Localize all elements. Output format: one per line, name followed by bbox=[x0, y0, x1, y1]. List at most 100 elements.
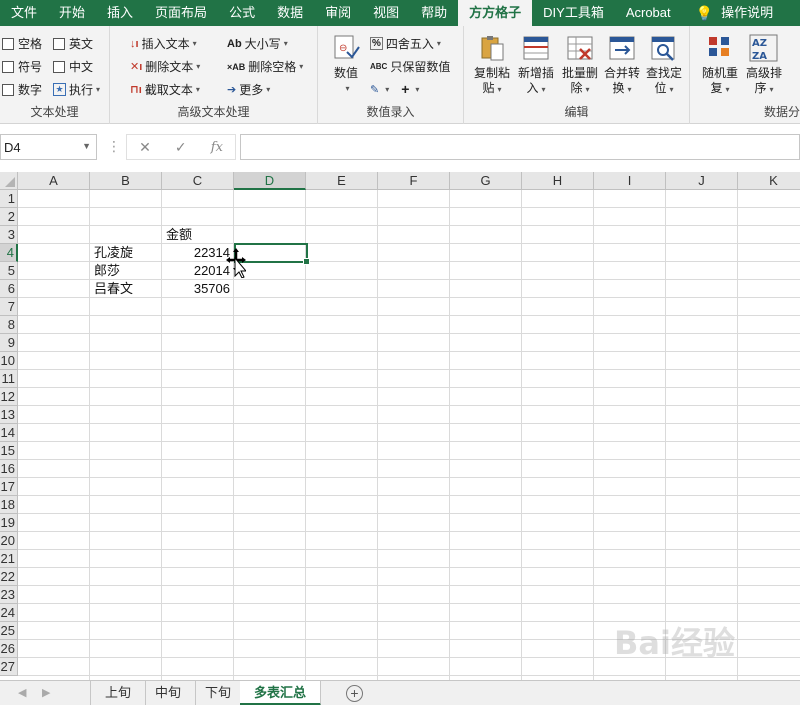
row-header-13[interactable]: 13 bbox=[0, 406, 18, 424]
checkbox-space[interactable]: 空格 bbox=[2, 35, 42, 52]
row-header-27[interactable]: 27 bbox=[0, 658, 18, 676]
row-header-25[interactable]: 25 bbox=[0, 622, 18, 640]
sheet-tab-4[interactable]: 多表汇总 bbox=[240, 681, 322, 705]
row-header-19[interactable]: 19 bbox=[0, 514, 18, 532]
row-header-11[interactable]: 11 bbox=[0, 370, 18, 388]
checkbox-symbol[interactable]: 符号 bbox=[2, 58, 42, 75]
checkbox-english[interactable]: 英文 bbox=[53, 35, 93, 52]
tab-formulas[interactable]: 公式 bbox=[218, 0, 266, 26]
advanced-sort-button[interactable]: AZ ZA 高级排 序 ▾ bbox=[742, 34, 786, 97]
merge-convert-button[interactable]: 合并转 换 ▾ bbox=[602, 34, 642, 97]
tab-help[interactable]: 帮助 bbox=[410, 0, 458, 26]
cell-C4[interactable]: 22314 bbox=[162, 244, 232, 262]
column-header-I[interactable]: I bbox=[594, 172, 666, 190]
row-header-26[interactable]: 26 bbox=[0, 640, 18, 658]
row-header-12[interactable]: 12 bbox=[0, 388, 18, 406]
value-button[interactable]: ⊖ 数值 ▾ bbox=[328, 34, 364, 96]
insert-text-button[interactable]: ↓ı 插入文本 ▾ bbox=[130, 35, 197, 52]
row-header-10[interactable]: 10 bbox=[0, 352, 18, 370]
sheet-tab-2[interactable]: 中旬 bbox=[141, 681, 197, 705]
tab-acrobat[interactable]: Acrobat bbox=[615, 0, 682, 26]
case-button[interactable]: Ab 大小写 ▾ bbox=[227, 35, 288, 52]
tab-fangfang-gezi[interactable]: 方方格子 bbox=[458, 0, 533, 26]
cell-C5[interactable]: 22014 bbox=[162, 262, 232, 280]
extract-text-button[interactable]: ⊓ı 截取文本 ▾ bbox=[130, 81, 200, 98]
tab-home[interactable]: 开始 bbox=[48, 0, 96, 26]
tab-file[interactable]: 文件 bbox=[0, 0, 48, 26]
copy-paste-button[interactable]: 复制粘 贴 ▾ bbox=[472, 34, 512, 97]
tab-data[interactable]: 数据 bbox=[266, 0, 314, 26]
column-header-K[interactable]: K bbox=[738, 172, 800, 190]
chevron-down-icon[interactable]: ▾ bbox=[385, 85, 389, 94]
row-header-15[interactable]: 15 bbox=[0, 442, 18, 460]
name-box[interactable]: D4 ▼ bbox=[0, 134, 97, 160]
cell-B4[interactable]: 孔凌旋 bbox=[92, 244, 162, 262]
add-sheet-icon[interactable]: + bbox=[346, 685, 363, 702]
row-header-22[interactable]: 22 bbox=[0, 568, 18, 586]
row-header-14[interactable]: 14 bbox=[0, 424, 18, 442]
checkbox-chinese[interactable]: 中文 bbox=[53, 58, 93, 75]
tell-me-box[interactable]: 操作说明 bbox=[717, 0, 784, 26]
tab-diy-toolbox[interactable]: DIY工具箱 bbox=[532, 0, 615, 26]
find-locate-button[interactable]: 查找定 位 ▾ bbox=[644, 34, 684, 97]
row-header-17[interactable]: 17 bbox=[0, 478, 18, 496]
cell-C3[interactable]: 金额 bbox=[164, 226, 234, 244]
next-sheet-icon[interactable]: ▶ bbox=[42, 686, 50, 699]
check-icon[interactable]: ✓ bbox=[175, 139, 187, 156]
row-header-1[interactable]: 1 bbox=[0, 190, 18, 208]
tab-review[interactable]: 审阅 bbox=[314, 0, 362, 26]
row-header-5[interactable]: 5 bbox=[0, 262, 18, 280]
row-header-20[interactable]: 20 bbox=[0, 532, 18, 550]
row-header-9[interactable]: 9 bbox=[0, 334, 18, 352]
row-header-24[interactable]: 24 bbox=[0, 604, 18, 622]
chevron-down-icon[interactable]: ▼ bbox=[82, 141, 91, 151]
column-header-B[interactable]: B bbox=[90, 172, 162, 190]
cancel-icon[interactable]: ✕ bbox=[139, 139, 151, 156]
row-header-16[interactable]: 16 bbox=[0, 460, 18, 478]
column-header-G[interactable]: G bbox=[450, 172, 522, 190]
column-header-A[interactable]: A bbox=[18, 172, 90, 190]
row-header-7[interactable]: 7 bbox=[0, 298, 18, 316]
tab-page-layout[interactable]: 页面布局 bbox=[144, 0, 218, 26]
column-header-C[interactable]: C bbox=[162, 172, 234, 190]
tab-view[interactable]: 视图 bbox=[362, 0, 410, 26]
keep-values-button[interactable]: ABC 只保留数值 bbox=[370, 58, 450, 75]
column-header-J[interactable]: J bbox=[666, 172, 738, 190]
prev-sheet-icon[interactable]: ◀ bbox=[18, 686, 26, 699]
edit-icon[interactable]: ✎ bbox=[370, 83, 379, 96]
row-header-3[interactable]: 3 bbox=[0, 226, 18, 244]
plus-icon[interactable]: + bbox=[401, 81, 409, 97]
cell-B5[interactable]: 郎莎 bbox=[92, 262, 162, 280]
checkbox-number[interactable]: 数字 bbox=[2, 81, 42, 98]
more-vert-icon[interactable]: ⋮ bbox=[107, 138, 121, 155]
select-all-corner[interactable] bbox=[0, 172, 18, 190]
add-insert-button[interactable]: 新增插 入 ▾ bbox=[516, 34, 556, 97]
formula-input[interactable] bbox=[240, 134, 800, 160]
sheet-tab-3[interactable]: 下旬 bbox=[191, 681, 247, 705]
chevron-down-icon[interactable]: ▾ bbox=[415, 85, 419, 94]
fx-icon[interactable]: fx bbox=[211, 140, 223, 155]
more-button[interactable]: ➔ 更多 ▾ bbox=[227, 81, 270, 98]
cell-area[interactable]: 金额 孔凌旋 22314 郎莎 22014 吕春文 35706 bbox=[18, 190, 800, 680]
round-button[interactable]: % 四舍五入 ▾ bbox=[370, 35, 441, 52]
execute-button[interactable]: ★ 执行 ▾ bbox=[53, 81, 100, 98]
row-header-2[interactable]: 2 bbox=[0, 208, 18, 226]
column-header-E[interactable]: E bbox=[306, 172, 378, 190]
row-header-18[interactable]: 18 bbox=[0, 496, 18, 514]
delete-text-button[interactable]: ✕ı 删除文本 ▾ bbox=[130, 58, 200, 75]
sheet-tab-1[interactable]: 上旬 bbox=[90, 681, 147, 705]
batch-delete-button[interactable]: 批量删 除 ▾ bbox=[560, 34, 600, 97]
column-header-H[interactable]: H bbox=[522, 172, 594, 190]
row-header-6[interactable]: 6 bbox=[0, 280, 18, 298]
column-header-D[interactable]: D bbox=[234, 172, 306, 190]
cell-B6[interactable]: 吕春文 bbox=[92, 280, 162, 298]
row-header-4[interactable]: 4 bbox=[0, 244, 18, 262]
row-header-21[interactable]: 21 bbox=[0, 550, 18, 568]
tab-insert[interactable]: 插入 bbox=[96, 0, 144, 26]
cell-C6[interactable]: 35706 bbox=[162, 280, 232, 298]
delete-spaces-button[interactable]: ×AB 删除空格 ▾ bbox=[227, 58, 303, 75]
row-header-23[interactable]: 23 bbox=[0, 586, 18, 604]
row-header-8[interactable]: 8 bbox=[0, 316, 18, 334]
random-repeat-button[interactable]: 随机重 复 ▾ bbox=[698, 34, 742, 97]
column-header-F[interactable]: F bbox=[378, 172, 450, 190]
